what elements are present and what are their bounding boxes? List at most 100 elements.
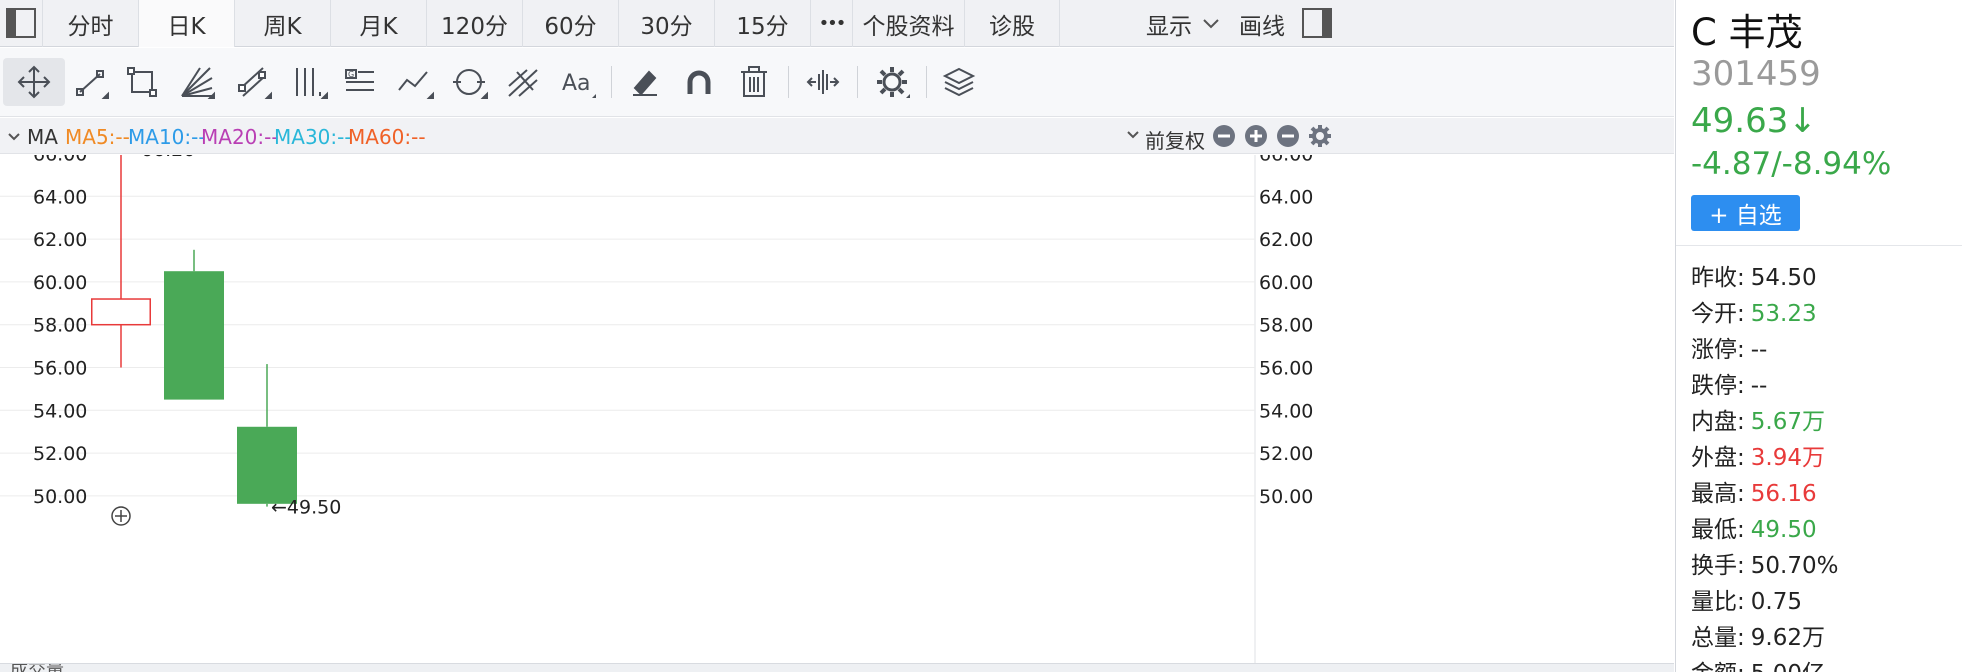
toolbar-divider	[857, 66, 858, 98]
quote-label: 涨停:	[1691, 337, 1745, 363]
chevron-down-icon[interactable]	[1125, 127, 1141, 143]
divider	[1676, 245, 1962, 246]
stock-code: 301459	[1691, 54, 1821, 94]
quote-row: 金额: 5.00亿	[1691, 654, 1825, 672]
quote-value: 0.75	[1750, 589, 1802, 615]
fork-icon[interactable]	[492, 58, 554, 106]
candle-body[interactable]	[237, 426, 297, 504]
ma10-value: MA10:--	[128, 125, 206, 149]
tab-daily-k[interactable]: 日K	[138, 0, 234, 47]
layers-icon[interactable]	[928, 58, 990, 106]
display-menu-button[interactable]: 显示	[1146, 0, 1222, 47]
y-tick-label-right: 60.00	[1259, 272, 1313, 294]
more-periods-button[interactable]: •••	[810, 0, 852, 47]
y-tick-label-right: 66.00	[1259, 155, 1313, 166]
stock-chart-app: 分时 日K 周K 月K 120分 60分 30分 15分 ••• 个股资料 诊股…	[0, 0, 1962, 672]
quote-row: 最低: 49.50	[1691, 510, 1817, 544]
ma5-value: MA5:--	[65, 125, 130, 149]
y-tick-label-left: 52.00	[33, 443, 87, 465]
quote-row: 涨停: --	[1691, 330, 1767, 364]
ma30-value: MA30:--	[274, 125, 352, 149]
y-tick-label-left: 58.00	[33, 315, 87, 337]
zoom-fit-icon[interactable]	[792, 58, 854, 106]
y-tick-label-left: 54.00	[33, 400, 87, 422]
move-icon[interactable]	[3, 58, 65, 106]
y-tick-label-right: 54.00	[1259, 400, 1313, 422]
stock-price: 49.63↓	[1691, 101, 1817, 141]
quote-label: 量比:	[1691, 589, 1745, 615]
chevron-down-icon[interactable]	[6, 129, 22, 145]
minus-circle-icon[interactable]	[1211, 123, 1237, 149]
rectangle-icon[interactable]	[111, 58, 173, 106]
candle-body[interactable]	[91, 298, 151, 326]
polyline-icon[interactable]	[384, 58, 446, 106]
quote-row: 跌停: --	[1691, 366, 1767, 400]
quote-label: 最高:	[1691, 481, 1745, 507]
magnet-icon[interactable]	[668, 58, 730, 106]
tab-weekly-k[interactable]: 周K	[234, 0, 330, 47]
quote-label: 金额:	[1691, 661, 1745, 672]
quote-row: 量比: 0.75	[1691, 582, 1802, 616]
candle-body[interactable]	[164, 271, 224, 400]
quote-label: 昨收:	[1691, 265, 1745, 291]
indicator-bar: MA MA5:-- MA10:-- MA20:-- MA30:-- MA60:-…	[0, 118, 1674, 154]
tab-intraday[interactable]: 分时	[42, 0, 138, 47]
stock-change: -4.87/-8.94%	[1691, 146, 1892, 182]
drawing-toolbar: G Aa	[0, 48, 1674, 117]
y-tick-label-left: 66.00	[33, 155, 87, 166]
period-tab-bar: 分时 日K 周K 月K 120分 60分 30分 15分 ••• 个股资料 诊股…	[0, 0, 1674, 47]
kline-chart-svg: 66.00 66.00 64.00 64.00 62.00 62.00 60.00 60.00…	[0, 155, 1313, 663]
fan-lines-icon[interactable]	[165, 58, 227, 106]
quote-label: 跌停:	[1691, 373, 1745, 399]
gann-box-icon[interactable]: G	[329, 58, 391, 106]
y-tick-label-left: 56.00	[33, 358, 87, 380]
y-tick-label-right: 56.00	[1259, 358, 1313, 380]
quote-row: 换手: 50.70%	[1691, 546, 1838, 580]
trash-icon[interactable]	[723, 58, 785, 106]
quote-row: 今开: 53.23	[1691, 294, 1817, 328]
y-tick-label-left: 64.00	[33, 186, 87, 208]
quote-label: 内盘:	[1691, 409, 1745, 435]
y-tick-label-left: 60.00	[33, 272, 87, 294]
tab-company-profile[interactable]: 个股资料	[852, 0, 964, 47]
stock-info-panel: C 丰茂 301459 49.63↓ -4.87/-8.94% + 自选 昨收:…	[1675, 0, 1962, 672]
quote-label: 最低:	[1691, 517, 1745, 543]
right-panel-toggle-icon[interactable]	[1300, 6, 1334, 40]
tab-15-min[interactable]: 15分	[714, 0, 810, 47]
toolbar-divider	[788, 66, 789, 98]
y-tick-label-right: 58.00	[1259, 315, 1313, 337]
tab-stock-diagnosis[interactable]: 诊股	[964, 0, 1060, 47]
stock-name: C 丰茂	[1691, 11, 1803, 54]
tab-60-min[interactable]: 60分	[522, 0, 618, 47]
y-tick-label-right: 50.00	[1259, 486, 1313, 508]
svg-text:G: G	[348, 70, 354, 79]
indicator-name[interactable]: MA	[27, 125, 58, 149]
remove-indicator-icon[interactable]	[1275, 123, 1301, 149]
chevron-down-icon	[1203, 18, 1219, 28]
parallel-channel-icon[interactable]	[222, 58, 284, 106]
gear-icon[interactable]	[1307, 123, 1333, 149]
y-tick-label-left: 50.00	[33, 486, 87, 508]
quote-row: 昨收: 54.50	[1691, 258, 1817, 292]
quote-value: 49.50	[1750, 517, 1817, 543]
tab-30-min[interactable]: 30分	[618, 0, 714, 47]
settings-icon[interactable]	[861, 58, 923, 106]
quote-value: --	[1750, 337, 1768, 363]
tab-monthly-k[interactable]: 月K	[330, 0, 426, 47]
cycle-icon[interactable]	[438, 58, 500, 106]
add-to-watchlist-button[interactable]: + 自选	[1691, 195, 1800, 231]
kline-chart[interactable]: 66.00 66.00 64.00 64.00 62.00 62.00 60.00 60.00…	[0, 155, 1674, 663]
y-tick-label-left: 62.00	[33, 229, 87, 251]
ma60-value: MA60:--	[348, 125, 426, 149]
eraser-icon[interactable]	[614, 58, 676, 106]
plus-circle-icon[interactable]	[1243, 123, 1269, 149]
quote-label: 外盘:	[1691, 445, 1745, 471]
text-icon[interactable]: Aa	[547, 58, 609, 106]
draw-lines-button[interactable]: 画线	[1239, 0, 1285, 47]
left-panel-toggle-icon[interactable]	[4, 6, 38, 40]
tab-120-min[interactable]: 120分	[426, 0, 522, 47]
quote-row: 最高: 56.16	[1691, 474, 1817, 508]
quote-value: 5.67万	[1750, 409, 1825, 435]
price-adjust-select[interactable]: 前复权	[1145, 125, 1205, 154]
quote-row: 总量: 9.62万	[1691, 618, 1825, 652]
